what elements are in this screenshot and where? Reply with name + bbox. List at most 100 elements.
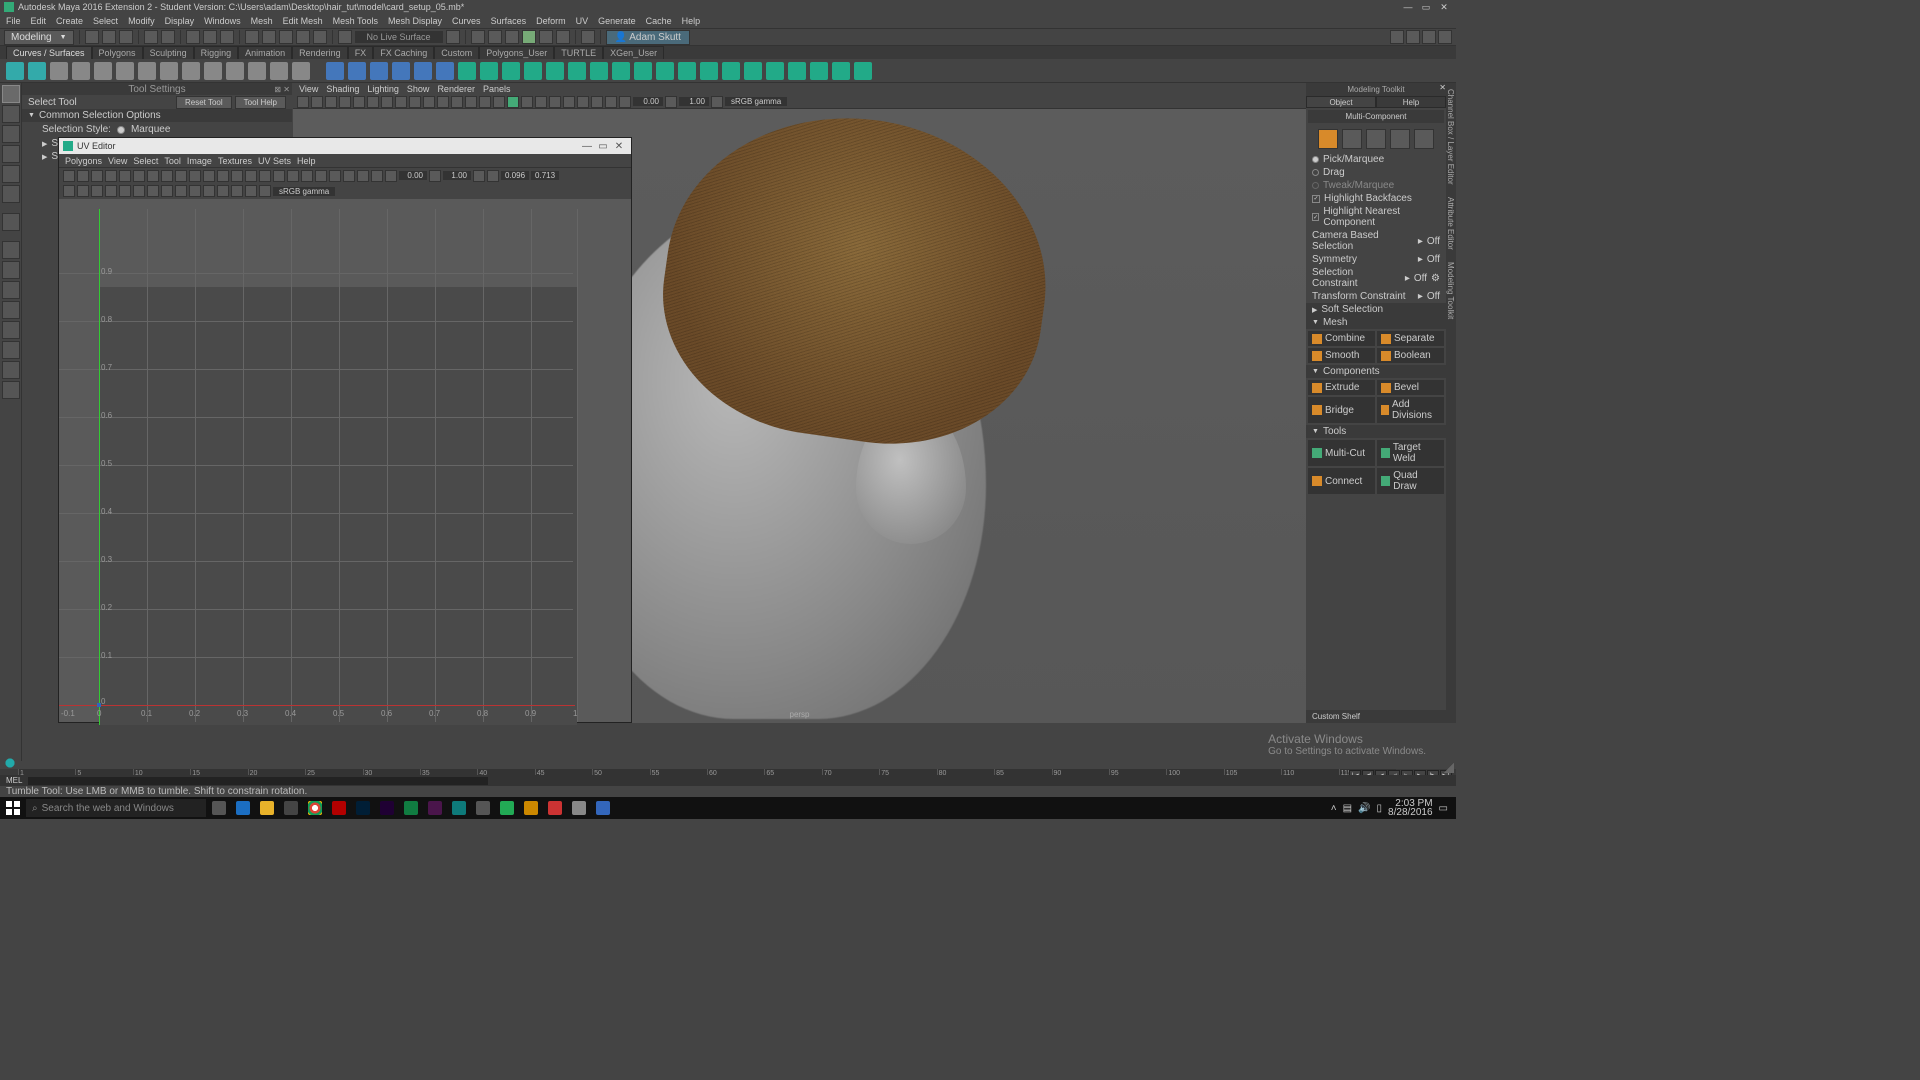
uv-gamma-mode[interactable]: sRGB gamma [273, 187, 335, 196]
vp-safe-title-icon[interactable] [465, 96, 477, 108]
uv-face-icon[interactable] [105, 185, 117, 197]
face-mode-icon[interactable] [1390, 129, 1410, 149]
app-icon[interactable] [592, 799, 614, 817]
symmetry-value[interactable]: Off [1427, 254, 1440, 265]
maximize-button[interactable]: ▭ [1418, 1, 1434, 13]
attribute-editor-tab[interactable]: Attribute Editor [1446, 191, 1455, 256]
two-pane-h-icon[interactable] [2, 281, 20, 299]
menu-generate[interactable]: Generate [596, 16, 638, 26]
nurbs-square-icon[interactable] [28, 62, 46, 80]
two-pane-v-icon[interactable] [2, 301, 20, 319]
uv-mode-icon[interactable] [1414, 129, 1434, 149]
revolve-icon[interactable] [458, 62, 476, 80]
edge-icon[interactable] [232, 799, 254, 817]
bezier-curve-icon[interactable] [116, 62, 134, 80]
vp-menu-shading[interactable]: Shading [326, 84, 359, 94]
uv-lattice-icon[interactable] [189, 170, 201, 182]
uv-rotate-cw-icon[interactable] [105, 170, 117, 182]
menu-mesh[interactable]: Mesh [249, 16, 275, 26]
birail-icon[interactable] [546, 62, 564, 80]
uv-u-icon[interactable] [473, 170, 485, 182]
shelf-tab-xgenuser[interactable]: XGen_User [603, 46, 664, 59]
account-button[interactable]: 👤 Adam Skutt [606, 30, 690, 45]
uv-image-icon[interactable] [329, 170, 341, 182]
uv-split-icon[interactable] [147, 170, 159, 182]
last-tool-icon[interactable] [2, 213, 20, 231]
boundary-icon[interactable] [568, 62, 586, 80]
undo-icon[interactable] [144, 30, 158, 44]
highlight-nearest-checkbox[interactable]: ✓ [1312, 213, 1319, 221]
quaddraw-button[interactable]: Quad Draw [1377, 468, 1444, 494]
vp-gate-mask-icon[interactable] [423, 96, 435, 108]
uv-exposure-field[interactable]: 0.00 [399, 171, 427, 180]
uv-v-field[interactable]: 0.713 [531, 171, 559, 180]
vp-lock-camera-icon[interactable] [311, 96, 323, 108]
close-button[interactable]: ✕ [611, 141, 627, 152]
channel-box-tab[interactable]: Channel Box / Layer Editor [1446, 83, 1455, 191]
vp-grid-icon[interactable] [381, 96, 393, 108]
shelf-tab-fxcaching[interactable]: FX Caching [373, 46, 434, 59]
panel-layout-1-icon[interactable] [1390, 30, 1404, 44]
vp-menu-view[interactable]: View [299, 84, 318, 94]
insert-isoparm-icon[interactable] [766, 62, 784, 80]
camera-sel-value[interactable]: Off [1427, 236, 1440, 247]
pick-radio[interactable] [1312, 156, 1319, 163]
uv-nudge-down-icon[interactable] [189, 185, 201, 197]
add-points-icon[interactable] [270, 62, 288, 80]
uv-gamma-field[interactable]: 1.00 [443, 171, 471, 180]
hypershade-pane-icon[interactable] [2, 381, 20, 399]
uvmenu-polygons[interactable]: Polygons [65, 156, 102, 166]
app-icon[interactable] [520, 799, 542, 817]
marquee-radio[interactable] [117, 126, 125, 134]
planar-icon[interactable] [502, 62, 520, 80]
panel-layout-2-icon[interactable] [1406, 30, 1420, 44]
uv-exposure-icon[interactable] [385, 170, 397, 182]
uv-align-u-icon[interactable] [245, 170, 257, 182]
three-point-arc-icon[interactable] [94, 62, 112, 80]
vp-aa-icon[interactable] [577, 96, 589, 108]
uv-shade-icon[interactable] [301, 170, 313, 182]
uv-grid-icon[interactable] [273, 170, 285, 182]
photoshop-icon[interactable] [352, 799, 374, 817]
uvmenu-select[interactable]: Select [133, 156, 158, 166]
components-section[interactable]: ▼Components [1306, 365, 1446, 378]
uv-titlebar[interactable]: UV Editor — ▭ ✕ [59, 138, 631, 154]
scale-tool-icon[interactable] [2, 185, 20, 203]
combine-button[interactable]: Combine [1308, 331, 1375, 346]
uvmenu-image[interactable]: Image [187, 156, 212, 166]
menu-surfaces[interactable]: Surfaces [489, 16, 529, 26]
uv-force-rebake-icon[interactable] [231, 185, 243, 197]
menu-edit[interactable]: Edit [29, 16, 49, 26]
uv-dim-icon[interactable] [343, 170, 355, 182]
insert-knot-icon[interactable] [182, 62, 200, 80]
app-icon[interactable] [472, 799, 494, 817]
vp-2d-pan-icon[interactable] [353, 96, 365, 108]
uv-canvas[interactable]: -0.1 0 0.1 0.2 0.3 0.4 0.5 0.6 0.7 0.8 0… [59, 199, 631, 722]
select-tool-icon[interactable] [2, 85, 20, 103]
multi-component-button[interactable]: Multi-Component [1308, 110, 1444, 123]
single-pane-icon[interactable] [2, 241, 20, 259]
vp-safe-action-icon[interactable] [451, 96, 463, 108]
snap-plane-icon[interactable] [296, 30, 310, 44]
select-by-hierarchy-icon[interactable] [186, 30, 200, 44]
save-scene-icon[interactable] [119, 30, 133, 44]
vp-use-lights-icon[interactable] [521, 96, 533, 108]
taskbar-clock[interactable]: 2:03 PM 8/28/2016 [1388, 799, 1433, 817]
snap-live-icon[interactable] [313, 30, 327, 44]
vp-view-transform-icon[interactable] [711, 96, 723, 108]
uv-nudge-right-icon[interactable] [161, 185, 173, 197]
bridge-button[interactable]: Bridge [1308, 397, 1375, 423]
maya-taskbar-icon[interactable] [448, 799, 470, 817]
trcon-value[interactable]: Off [1427, 291, 1440, 302]
battery-icon[interactable]: ▯ [1377, 803, 1383, 814]
resize-grip-icon[interactable] [1444, 763, 1454, 773]
close-button[interactable]: ✕ [1436, 1, 1452, 13]
tab-object[interactable]: Object [1306, 96, 1376, 108]
ipb-render-icon[interactable] [488, 30, 502, 44]
menu-help[interactable]: Help [680, 16, 703, 26]
vp-bookmark-icon[interactable] [325, 96, 337, 108]
vp-film-gate-icon[interactable] [395, 96, 407, 108]
modeling-toolkit-tab[interactable]: Modeling Toolkit [1446, 256, 1455, 325]
uv-edge-icon[interactable] [91, 185, 103, 197]
connect-button[interactable]: Connect [1308, 468, 1375, 494]
